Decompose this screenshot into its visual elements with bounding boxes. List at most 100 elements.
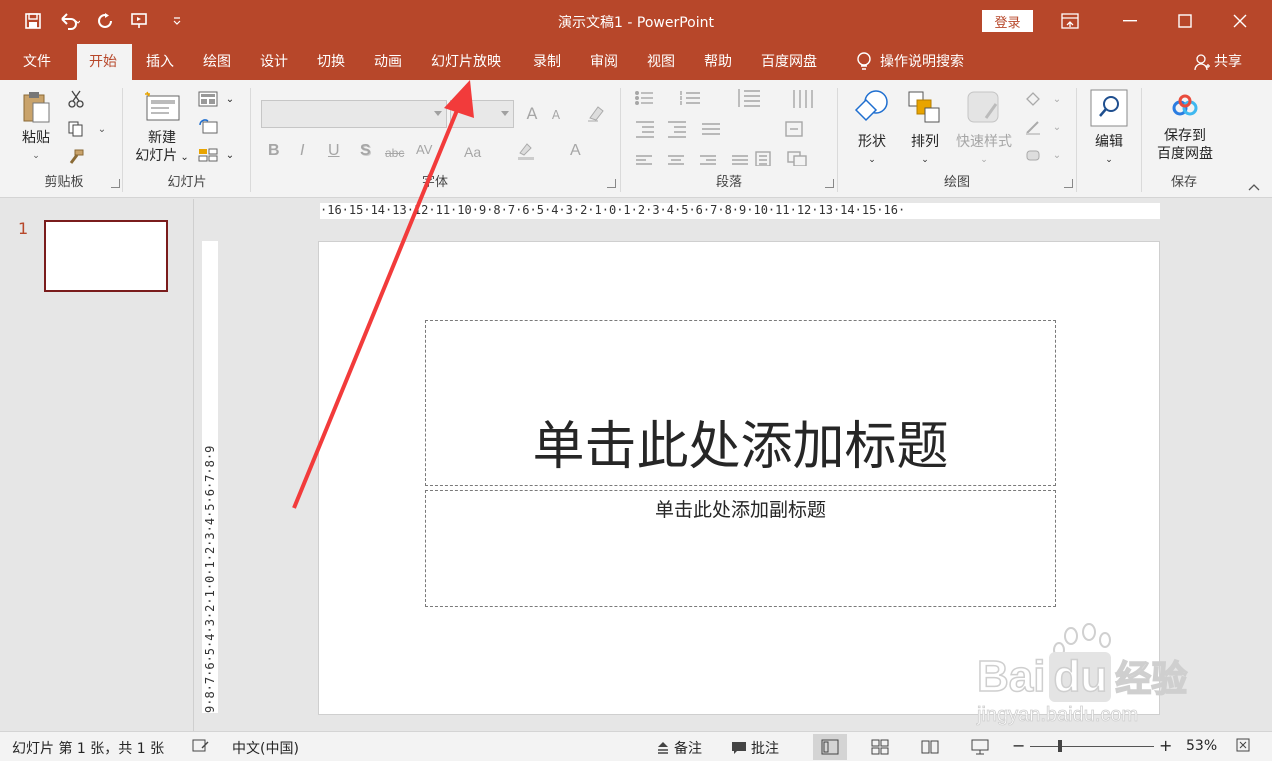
maximize-icon[interactable]	[1165, 8, 1205, 34]
new-slide-icon	[145, 91, 180, 121]
zoom-slider[interactable]	[1030, 746, 1154, 747]
save-to-baidu-button[interactable]: 保存到 百度网盘	[1147, 90, 1223, 163]
format-painter-icon[interactable]	[66, 148, 86, 166]
zoom-slider-thumb[interactable]	[1058, 740, 1062, 752]
highlight-color-icon[interactable]	[516, 142, 536, 160]
paragraph-launcher-icon[interactable]	[825, 179, 834, 188]
tab-draw[interactable]: 绘图	[195, 44, 239, 80]
copy-icon[interactable]	[66, 120, 86, 138]
paragraph-group: 段落	[622, 86, 836, 194]
shape-outline-dropdown-icon[interactable]: ⌄	[1047, 118, 1067, 136]
grow-font-icon[interactable]: A	[522, 104, 542, 123]
reading-view-icon[interactable]	[913, 734, 947, 760]
shrink-font-icon[interactable]: A	[546, 106, 566, 124]
layout-dropdown-icon[interactable]: ⌄	[220, 90, 240, 108]
clipboard-launcher-icon[interactable]	[111, 179, 120, 188]
group-divider	[837, 88, 838, 192]
group-divider	[1141, 88, 1142, 192]
slide-thumbnail-panel: 1	[0, 199, 194, 731]
slide-count-status[interactable]: 幻灯片 第 1 张，共 1 张	[12, 738, 164, 758]
font-color-button[interactable]: A	[570, 142, 581, 160]
tab-view[interactable]: 视图	[639, 44, 683, 80]
undo-icon[interactable]	[56, 10, 82, 32]
shape-fill-dropdown-icon[interactable]: ⌄	[1047, 90, 1067, 108]
shape-effects-icon[interactable]	[1023, 146, 1043, 164]
copy-dropdown-icon[interactable]: ⌄	[92, 120, 112, 138]
share-button[interactable]: 共享	[1186, 44, 1250, 80]
tab-file[interactable]: 文件	[15, 44, 59, 80]
layout-icon[interactable]	[198, 90, 218, 108]
minimize-icon[interactable]	[1110, 8, 1150, 34]
present-icon[interactable]	[128, 10, 154, 32]
tell-me-search[interactable]: 操作说明搜索	[848, 44, 972, 80]
ribbon-display-options-icon[interactable]	[1050, 8, 1090, 34]
strikethrough-button[interactable]: abc	[385, 146, 404, 160]
tab-record[interactable]: 录制	[525, 44, 569, 80]
close-icon[interactable]	[1220, 8, 1260, 34]
cut-icon[interactable]	[66, 90, 86, 108]
tab-review[interactable]: 审阅	[582, 44, 626, 80]
login-button[interactable]: 登录	[982, 10, 1033, 32]
tab-insert[interactable]: 插入	[138, 44, 182, 80]
normal-view-icon[interactable]	[813, 734, 847, 760]
shape-fill-icon[interactable]	[1023, 90, 1043, 108]
arrange-button[interactable]: 排列 ⌄	[903, 88, 947, 169]
character-spacing-button[interactable]: AV	[416, 142, 432, 157]
shadow-button[interactable]: S	[360, 142, 371, 160]
clear-formatting-icon[interactable]	[586, 104, 606, 122]
tab-transitions[interactable]: 切换	[309, 44, 353, 80]
change-case-button[interactable]: Aa	[464, 144, 481, 160]
fit-to-window-icon[interactable]	[1236, 738, 1250, 756]
font-launcher-icon[interactable]	[607, 179, 616, 188]
shapes-button[interactable]: 形状 ⌄	[849, 88, 895, 169]
tab-design[interactable]: 设计	[252, 44, 296, 80]
baidu-jingyan-watermark: Bai du 经验 jingyan.baidu.com	[975, 620, 1215, 730]
comments-button[interactable]: 批注	[731, 738, 779, 758]
share-label: 共享	[1214, 54, 1242, 70]
group-divider	[122, 88, 123, 192]
collapse-ribbon-icon[interactable]	[1244, 178, 1264, 196]
tab-home[interactable]: 开始	[77, 44, 132, 80]
zoom-out-icon[interactable]: −	[1012, 736, 1025, 755]
bold-button[interactable]: B	[268, 142, 280, 160]
shape-effects-dropdown-icon[interactable]: ⌄	[1047, 146, 1067, 164]
tab-animations[interactable]: 动画	[366, 44, 410, 80]
drawing-launcher-icon[interactable]	[1064, 179, 1073, 188]
shape-outline-icon[interactable]	[1023, 118, 1043, 136]
person-icon	[1194, 54, 1210, 71]
font-size-input[interactable]	[450, 100, 514, 128]
tab-baidu-netdisk[interactable]: 百度网盘	[753, 44, 825, 80]
comments-label: 批注	[751, 741, 779, 757]
new-slide-button[interactable]: 新建 幻灯片 ⌄	[128, 90, 196, 167]
zoom-level[interactable]: 53%	[1186, 738, 1217, 754]
tab-help[interactable]: 帮助	[696, 44, 740, 80]
ribbon: 粘贴 ⌄ ⌄ 剪贴板 新建 幻灯片 ⌄ ⌄ ⌄ 幻灯片 A A B I U S …	[0, 80, 1272, 198]
title-placeholder[interactable]: 单击此处添加标题	[425, 320, 1056, 486]
accessibility-icon[interactable]	[192, 738, 210, 758]
slide-thumbnail[interactable]	[44, 220, 168, 292]
paste-button[interactable]: 粘贴 ⌄	[16, 90, 56, 165]
subtitle-placeholder[interactable]: 单击此处添加副标题	[425, 490, 1056, 607]
comment-icon	[732, 742, 746, 754]
section-dropdown-icon[interactable]: ⌄	[220, 146, 240, 164]
font-name-input[interactable]	[261, 100, 447, 128]
redo-icon[interactable]	[92, 10, 118, 32]
slideshow-view-icon[interactable]	[963, 734, 997, 760]
save-icon[interactable]	[20, 10, 46, 32]
slide-sorter-view-icon[interactable]	[863, 734, 897, 760]
reset-icon[interactable]	[198, 118, 218, 136]
customize-qat-icon[interactable]	[164, 10, 190, 32]
new-slide-label: 新建	[148, 130, 176, 146]
arrange-label: 排列	[911, 134, 939, 150]
language-status[interactable]: 中文(中国)	[232, 738, 299, 758]
zoom-in-icon[interactable]: +	[1159, 736, 1172, 755]
quick-styles-button[interactable]: 快速样式 ⌄	[951, 88, 1017, 169]
editing-group: 编辑 ⌄	[1078, 86, 1140, 194]
italic-button[interactable]: I	[300, 142, 304, 160]
underline-button[interactable]: U	[328, 142, 340, 160]
notes-button[interactable]: 备注	[656, 738, 702, 758]
editing-button[interactable]: 编辑 ⌄	[1084, 88, 1134, 169]
paste-label: 粘贴	[22, 130, 50, 146]
tab-slideshow[interactable]: 幻灯片放映	[423, 44, 509, 80]
section-icon[interactable]	[198, 146, 218, 164]
